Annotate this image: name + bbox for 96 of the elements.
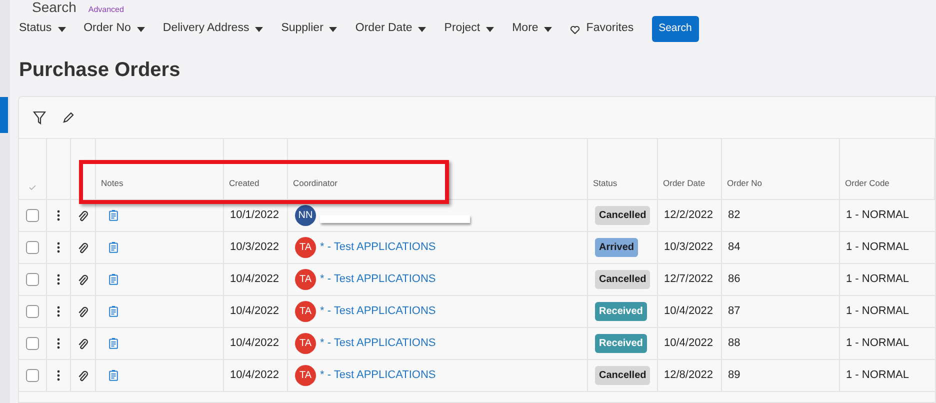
coordinator-link[interactable]: * - Test APPLICATIONS	[320, 367, 436, 384]
coordinator-link[interactable]: * - Test APPLICATIONS	[320, 303, 436, 320]
more-icon[interactable]	[57, 306, 60, 317]
status-badge: Cancelled	[595, 366, 650, 385]
caret-icon	[255, 26, 264, 32]
table-cell-text: 10/4/2022	[230, 336, 279, 352]
table-cell-text: 10/1/2022	[230, 208, 279, 224]
more-icon[interactable]	[57, 370, 60, 381]
table-cell-text: 10/4/2022	[664, 304, 713, 320]
table-cell-text: 1 - NORMAL	[846, 208, 909, 224]
table-cell-text: 10/3/2022	[230, 240, 279, 256]
filter-dropdown[interactable]: Status	[19, 20, 66, 38]
row-checkbox[interactable]	[26, 305, 39, 318]
page-title: Purchase Orders	[19, 58, 180, 83]
caret-icon	[136, 26, 145, 32]
column-header[interactable]: Created	[229, 177, 260, 190]
avatar: TA	[295, 365, 316, 386]
paperclip-icon[interactable]	[78, 338, 88, 350]
notes-icon[interactable]	[109, 274, 118, 285]
filter-dropdown[interactable]: Order Date	[355, 20, 426, 38]
column-header[interactable]: Notes	[101, 177, 124, 190]
check-icon[interactable]	[29, 185, 36, 190]
table-cell-text: 10/4/2022	[230, 272, 279, 288]
avatar: TA	[295, 333, 316, 354]
column-header[interactable]: Order No	[727, 177, 762, 190]
more-icon[interactable]	[57, 338, 60, 349]
row-checkbox[interactable]	[26, 369, 39, 382]
paperclip-icon[interactable]	[78, 242, 88, 254]
notes-icon[interactable]	[109, 338, 118, 349]
notes-icon[interactable]	[109, 210, 118, 221]
heart-icon	[570, 24, 580, 34]
more-icon[interactable]	[57, 242, 60, 253]
avatar: TA	[295, 237, 316, 258]
paperclip-icon[interactable]	[78, 306, 88, 318]
row-checkbox[interactable]	[26, 241, 39, 254]
notes-icon[interactable]	[109, 370, 118, 381]
more-icon[interactable]	[57, 210, 60, 221]
paperclip-icon[interactable]	[78, 210, 88, 222]
table-cell-text: 10/3/2022	[664, 240, 713, 256]
caret-icon	[486, 26, 494, 32]
more-icon[interactable]	[57, 274, 60, 285]
table-cell-text: 1 - NORMAL	[846, 336, 909, 352]
caret-icon	[329, 26, 338, 32]
column-header[interactable]: Coordinator	[293, 177, 338, 190]
table-cell-text: 1 - NORMAL	[846, 272, 909, 288]
status-badge: Arrived	[595, 238, 638, 257]
notes-icon[interactable]	[109, 242, 118, 253]
avatar: NN	[295, 205, 316, 226]
caret-icon	[58, 26, 66, 32]
pencil-icon[interactable]	[63, 112, 74, 123]
filter-dropdown[interactable]: Project	[444, 20, 494, 38]
filter-dropdown[interactable]: Supplier	[281, 20, 338, 38]
table-cell-text: 86	[728, 272, 740, 288]
paperclip-icon[interactable]	[78, 274, 88, 286]
filter-dropdown[interactable]: Delivery Address	[162, 20, 264, 38]
table-cell-text: 12/7/2022	[664, 272, 713, 288]
table-cell-text: 88	[728, 336, 740, 352]
sidebar-active-marker	[0, 97, 8, 133]
filter-dropdown[interactable]: Order No	[84, 20, 145, 38]
row-checkbox[interactable]	[26, 273, 39, 286]
coordinator-link[interactable]: * - Test APPLICATIONS	[320, 271, 436, 288]
table-cell-text: 1 - NORMAL	[846, 240, 909, 256]
caret-icon	[418, 26, 426, 32]
favorites-button[interactable]: Favorites	[570, 20, 634, 38]
table-cell-text: 87	[728, 304, 740, 320]
search-title: Search	[32, 0, 76, 14]
avatar: TA	[295, 269, 316, 290]
row-checkbox[interactable]	[26, 209, 39, 222]
coordinator-link[interactable]: * - Test APPLICATIONS	[320, 239, 436, 256]
filter-dropdown[interactable]: More	[512, 20, 552, 38]
status-badge: Cancelled	[595, 206, 650, 225]
paperclip-icon[interactable]	[78, 370, 88, 382]
table-cell-text: 1 - NORMAL	[846, 304, 909, 320]
avatar: TA	[295, 301, 316, 322]
table-cell-text: 12/2/2022	[664, 208, 713, 224]
status-badge: Received	[595, 334, 647, 353]
search-button[interactable]: Search	[652, 16, 699, 42]
caret-icon	[544, 26, 552, 32]
table-cell-text: 12/8/2022	[664, 368, 713, 384]
coordinator-link[interactable]: * - Test APPLICATIONS	[320, 335, 436, 352]
filter-icon[interactable]	[33, 110, 46, 124]
table-cell-text: 10/4/2022	[664, 336, 713, 352]
table-cell-text: 84	[728, 240, 740, 256]
column-header[interactable]: Order Code	[845, 177, 890, 190]
table-cell-text: 10/4/2022	[230, 304, 279, 320]
table-cell-text: 1 - NORMAL	[846, 368, 909, 384]
notes-icon[interactable]	[109, 306, 118, 317]
table-cell-text: 82	[728, 208, 740, 224]
column-header[interactable]: Order Date	[663, 177, 706, 190]
table-cell-text: 89	[728, 368, 740, 384]
table-cell-text: 10/4/2022	[230, 368, 279, 384]
column-header[interactable]: Status	[593, 177, 618, 190]
status-badge: Cancelled	[595, 270, 650, 289]
row-checkbox[interactable]	[26, 337, 39, 350]
status-badge: Received	[595, 302, 647, 321]
advanced-link[interactable]: Advanced	[88, 6, 124, 14]
